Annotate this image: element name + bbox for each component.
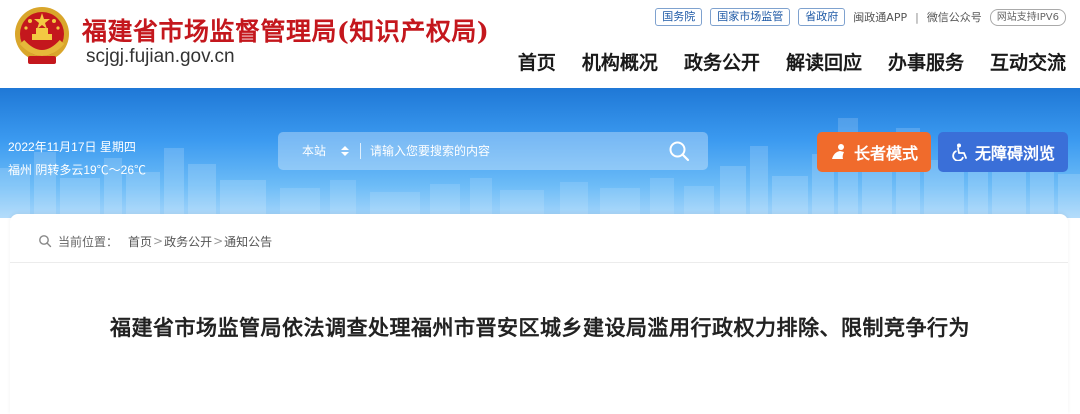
breadcrumb-divider	[10, 262, 1068, 263]
nav-interpretation[interactable]: 解读回应	[786, 48, 862, 75]
weather-info: 福州 阴转多云19℃～26℃	[8, 163, 147, 177]
elder-mode-label: 长者模式	[853, 144, 918, 163]
breadcrumb-gov-info[interactable]: 政务公开	[164, 233, 212, 250]
nav-interaction[interactable]: 互动交流	[990, 48, 1066, 75]
emblem-icon[interactable]	[12, 4, 72, 68]
search-divider	[360, 143, 361, 159]
breadcrumb: 当前位置： 首页 > 政务公开 > 通知公告	[38, 232, 272, 250]
breadcrumb-home[interactable]: 首页	[128, 233, 152, 250]
location-icon	[39, 235, 52, 248]
link-separator: |	[915, 10, 919, 24]
search-input[interactable]	[370, 139, 650, 163]
content-card: 当前位置： 首页 > 政务公开 > 通知公告 福建省市场监管局依法调查处理福州市…	[10, 214, 1068, 414]
site-header: 福建省市场监督管理局(知识产权局) scjgj.fujian.gov.cn 国务…	[0, 0, 1080, 88]
breadcrumb-separator: >	[213, 234, 224, 248]
article-title: 福建省市场监管局依法调查处理福州市晋安区城乡建设局滥用行政权力排除、限制竞争行为	[110, 316, 970, 340]
wheelchair-icon	[952, 143, 967, 161]
banner: 2022年11月17日 星期四 福州 阴转多云19℃～26℃ 本站 长者模式 无…	[0, 88, 1080, 218]
search-bar: 本站	[278, 132, 708, 170]
link-wechat[interactable]: 微信公众号	[927, 9, 982, 25]
main-nav: 首页 机构概况 政务公开 解读回应 办事服务 互动交流	[518, 48, 1066, 75]
breadcrumb-label: 当前位置：	[58, 234, 119, 249]
search-icon[interactable]	[668, 140, 690, 162]
accessible-browse-label: 无障碍浏览	[974, 144, 1055, 163]
top-links: 国务院 国家市场监管 省政府 闽政通APP | 微信公众号 网站支持IPV6	[655, 8, 1066, 26]
search-scope-select[interactable]: 本站	[302, 132, 326, 170]
current-date: 2022年11月17日 星期四	[8, 140, 136, 154]
breadcrumb-notices[interactable]: 通知公告	[224, 233, 272, 250]
ipv6-badge: 网站支持IPV6	[989, 8, 1066, 26]
elder-icon	[831, 144, 844, 159]
site-domain: scjgj.fujian.gov.cn	[86, 46, 235, 67]
link-provincial-gov[interactable]: 省政府	[798, 8, 846, 26]
site-title[interactable]: 福建省市场监督管理局(知识产权局)	[82, 12, 489, 48]
breadcrumb-separator: >	[153, 234, 164, 248]
nav-services[interactable]: 办事服务	[888, 48, 964, 75]
nav-home[interactable]: 首页	[518, 48, 556, 75]
link-minzhengtong-app[interactable]: 闽政通APP	[853, 9, 907, 25]
link-state-council[interactable]: 国务院	[655, 8, 703, 26]
chevron-updown-icon[interactable]	[340, 145, 350, 157]
nav-gov-info[interactable]: 政务公开	[684, 48, 760, 75]
elder-mode-button[interactable]: 长者模式	[817, 132, 931, 172]
accessible-browse-button[interactable]: 无障碍浏览	[938, 132, 1068, 172]
nav-about[interactable]: 机构概况	[582, 48, 658, 75]
link-samr[interactable]: 国家市场监管	[710, 8, 791, 26]
